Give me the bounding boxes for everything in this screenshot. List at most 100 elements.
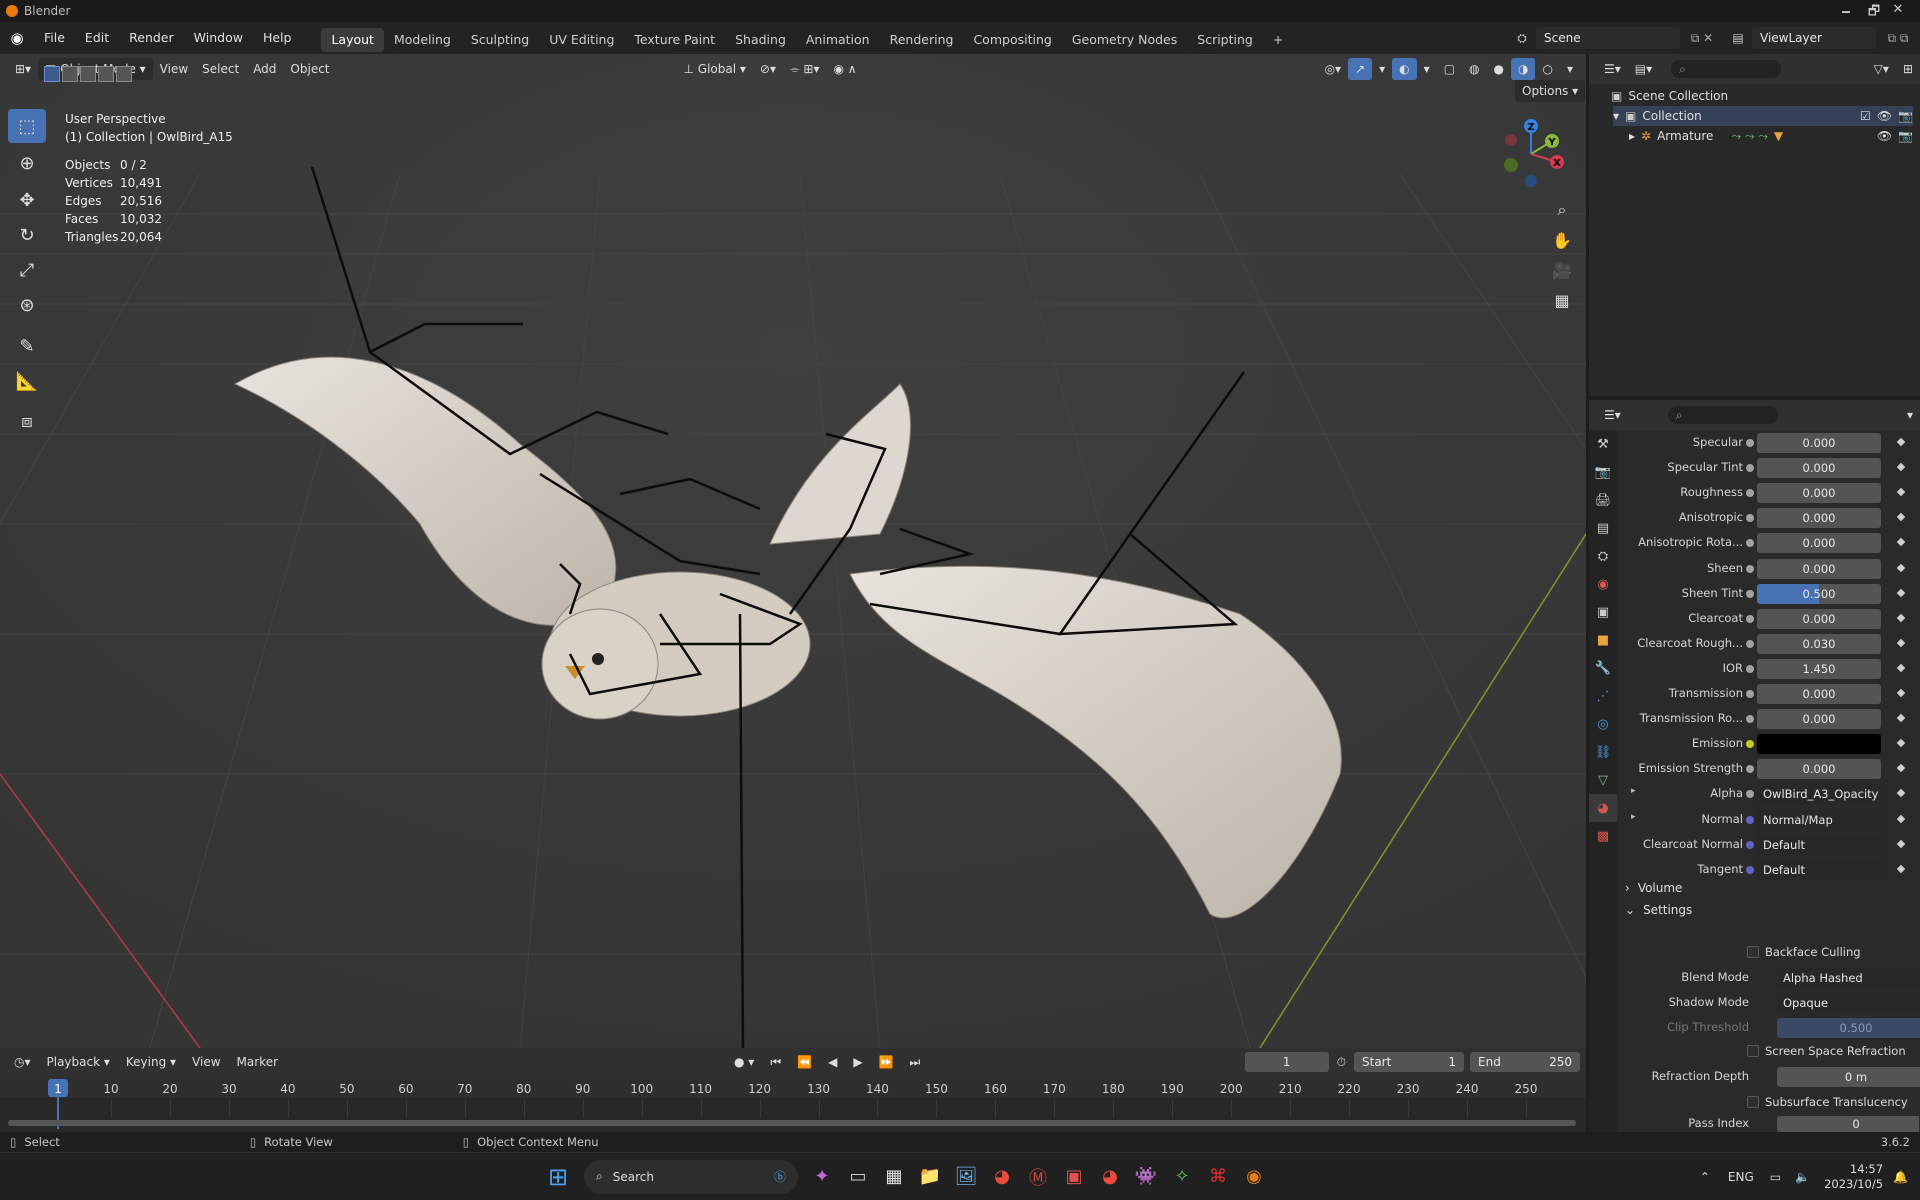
tool-transform-icon[interactable]: ⊛ bbox=[8, 288, 46, 322]
socket-icon[interactable] bbox=[1746, 439, 1754, 447]
property-field[interactable]: 0.000 bbox=[1757, 508, 1881, 529]
pass-index-field[interactable]: 0 bbox=[1777, 1116, 1919, 1132]
screen-space-refraction-option[interactable]: Screen Space Refraction bbox=[1747, 1041, 1906, 1061]
tray-chevron-icon[interactable]: ⌃ bbox=[1700, 1170, 1710, 1184]
tab-shading[interactable]: Shading bbox=[725, 28, 796, 52]
pan-hand-icon[interactable]: ✋ bbox=[1547, 225, 1577, 255]
keyframe-icon[interactable] bbox=[1896, 663, 1906, 673]
socket-icon[interactable] bbox=[1746, 539, 1754, 548]
game-app-icon[interactable]: 👾 bbox=[1128, 1159, 1164, 1195]
socket-icon[interactable] bbox=[1746, 840, 1754, 849]
socket-icon[interactable] bbox=[1746, 740, 1754, 749]
tool-select-box[interactable]: ⬚ bbox=[8, 109, 46, 143]
outliner-scene-collection[interactable]: ▣ Scene Collection bbox=[1611, 86, 1728, 106]
task-view-icon[interactable]: ▭ bbox=[840, 1159, 876, 1195]
tool-tab-icon[interactable]: ⚒ bbox=[1589, 430, 1617, 458]
texture-tab-icon[interactable]: ▩ bbox=[1589, 822, 1617, 850]
notification-bell-icon[interactable]: 🔔 bbox=[1893, 1170, 1908, 1184]
socket-icon[interactable] bbox=[1746, 715, 1754, 724]
settings-section-header[interactable]: ⌄ Settings bbox=[1619, 898, 1919, 922]
overlay-dropdown-icon[interactable]: ▾ bbox=[1417, 58, 1437, 80]
tool-measure-icon[interactable]: 📐 bbox=[8, 364, 46, 398]
shading-solid-icon[interactable]: ● bbox=[1487, 58, 1511, 80]
outliner-search-input[interactable]: ⌕ bbox=[1671, 60, 1782, 78]
keyframe-icon[interactable] bbox=[1896, 688, 1906, 698]
shading-rendered-icon[interactable]: ○ bbox=[1535, 58, 1559, 80]
blender-menu-icon[interactable]: ◉ bbox=[0, 29, 34, 47]
expand-arrow-icon[interactable]: ▸ bbox=[1631, 786, 1636, 796]
tab-texture-paint[interactable]: Texture Paint bbox=[624, 28, 725, 52]
clock[interactable]: 14:57 2023/10/5 bbox=[1824, 1162, 1883, 1192]
copilot-icon[interactable]: ✦ bbox=[804, 1159, 840, 1195]
object-tab-icon[interactable]: ■ bbox=[1589, 626, 1617, 654]
shading-dropdown-icon[interactable]: ▾ bbox=[1560, 58, 1580, 80]
record-icon[interactable]: ● ▾ bbox=[726, 1049, 762, 1075]
property-field[interactable]: 0.000 bbox=[1757, 458, 1881, 479]
socket-icon[interactable] bbox=[1746, 489, 1754, 498]
socket-icon[interactable] bbox=[1746, 790, 1754, 799]
property-field[interactable]: Normal/Map bbox=[1757, 809, 1881, 830]
keyframe-icon[interactable] bbox=[1896, 638, 1906, 648]
jump-end-icon[interactable]: ⏭ bbox=[902, 1049, 929, 1075]
viewport-menu-add[interactable]: Add bbox=[246, 58, 283, 80]
keyframe-icon[interactable] bbox=[1896, 563, 1906, 572]
camera-icon[interactable]: 📷 bbox=[1898, 129, 1913, 143]
tab-compositing[interactable]: Compositing bbox=[963, 28, 1061, 52]
render-tab-icon[interactable]: 📷 bbox=[1589, 458, 1617, 486]
keyframe-icon[interactable] bbox=[1896, 538, 1906, 547]
tab-layout[interactable]: Layout bbox=[321, 28, 384, 52]
proportional-edit-icon[interactable]: ◉ ∧ bbox=[827, 58, 864, 80]
menu-marker[interactable]: Marker bbox=[229, 1049, 286, 1075]
keyframe-icon[interactable] bbox=[1896, 864, 1906, 873]
prev-keyframe-icon[interactable]: ⏪ bbox=[789, 1049, 820, 1075]
overlay-toggle-icon[interactable]: ◐ bbox=[1392, 58, 1417, 80]
3d-viewport[interactable]: ⊞▾ ▣ Object Mode ▾ View Select Add Objec… bbox=[0, 54, 1586, 1048]
play-reverse-icon[interactable]: ◀ bbox=[820, 1049, 845, 1075]
property-field[interactable]: 0.030 bbox=[1757, 633, 1881, 654]
pivot-icon[interactable]: ⊘▾ bbox=[753, 58, 783, 80]
checkbox-icon[interactable]: ☑ bbox=[1860, 109, 1871, 123]
keyframe-icon[interactable] bbox=[1896, 437, 1906, 447]
shading-wireframe-icon[interactable]: ◍ bbox=[1462, 58, 1486, 80]
gizmo-dropdown-icon[interactable]: ▾ bbox=[1372, 58, 1392, 80]
add-workspace-button[interactable]: + bbox=[1263, 28, 1293, 52]
tool-scale-icon[interactable]: ⤢ bbox=[8, 253, 46, 287]
jump-start-icon[interactable]: ⏮ bbox=[762, 1049, 789, 1075]
constraints-tab-icon[interactable]: ⛓ bbox=[1589, 738, 1617, 766]
socket-icon[interactable] bbox=[1746, 765, 1754, 774]
shadow-mode-dropdown[interactable]: Opaque⌄ bbox=[1777, 993, 1920, 1013]
socket-icon[interactable] bbox=[1746, 664, 1754, 673]
camera-view-icon[interactable]: 🎥 bbox=[1547, 255, 1577, 285]
view-layer-tab-icon[interactable]: ▤ bbox=[1589, 514, 1617, 542]
material-tab-icon[interactable]: ◕ bbox=[1589, 794, 1617, 822]
tool-app-icon[interactable]: ✧ bbox=[1164, 1159, 1200, 1195]
keyframe-icon[interactable] bbox=[1896, 738, 1906, 748]
tab-animation[interactable]: Animation bbox=[796, 28, 880, 52]
play-icon[interactable]: ▶ bbox=[845, 1049, 870, 1075]
outliner-editor-icon[interactable]: ☰▾ bbox=[1597, 58, 1628, 80]
property-field[interactable]: 0.000 bbox=[1757, 533, 1881, 554]
transform-orientation-selector[interactable]: ⊥ Global ▾ bbox=[677, 58, 753, 80]
select-new-icon[interactable] bbox=[44, 66, 60, 82]
property-field[interactable]: 0.000 bbox=[1757, 684, 1881, 704]
viewport-menu-object[interactable]: Object bbox=[283, 58, 336, 80]
menu-file[interactable]: File bbox=[34, 22, 75, 54]
tool-move-icon[interactable]: ✥ bbox=[8, 183, 46, 217]
menu-keying[interactable]: Keying ▾ bbox=[118, 1049, 184, 1075]
keyframe-icon[interactable] bbox=[1896, 613, 1906, 622]
world-tab-icon[interactable]: ◉ bbox=[1589, 570, 1617, 598]
menu-render[interactable]: Render bbox=[119, 22, 184, 54]
camera-icon[interactable]: 📷 bbox=[1898, 109, 1913, 123]
tab-modeling[interactable]: Modeling bbox=[384, 28, 461, 52]
property-field[interactable]: 0.000 bbox=[1757, 759, 1881, 780]
property-field[interactable]: 0.000 bbox=[1757, 709, 1881, 730]
keyframe-icon[interactable] bbox=[1896, 839, 1906, 848]
snap-icon[interactable]: ⌯ ⊞▾ bbox=[783, 58, 827, 80]
volume-section-header[interactable]: › Volume bbox=[1619, 876, 1919, 900]
blend-mode-dropdown[interactable]: Alpha Hashed⌄ bbox=[1777, 968, 1920, 988]
scene-selector[interactable]: Scene bbox=[1536, 27, 1680, 49]
modifier-tab-icon[interactable]: 🔧 bbox=[1589, 654, 1617, 682]
tool-cursor-icon[interactable]: ⊕ bbox=[8, 146, 46, 180]
socket-icon[interactable] bbox=[1746, 614, 1754, 623]
next-keyframe-icon[interactable]: ⏩ bbox=[871, 1049, 902, 1075]
